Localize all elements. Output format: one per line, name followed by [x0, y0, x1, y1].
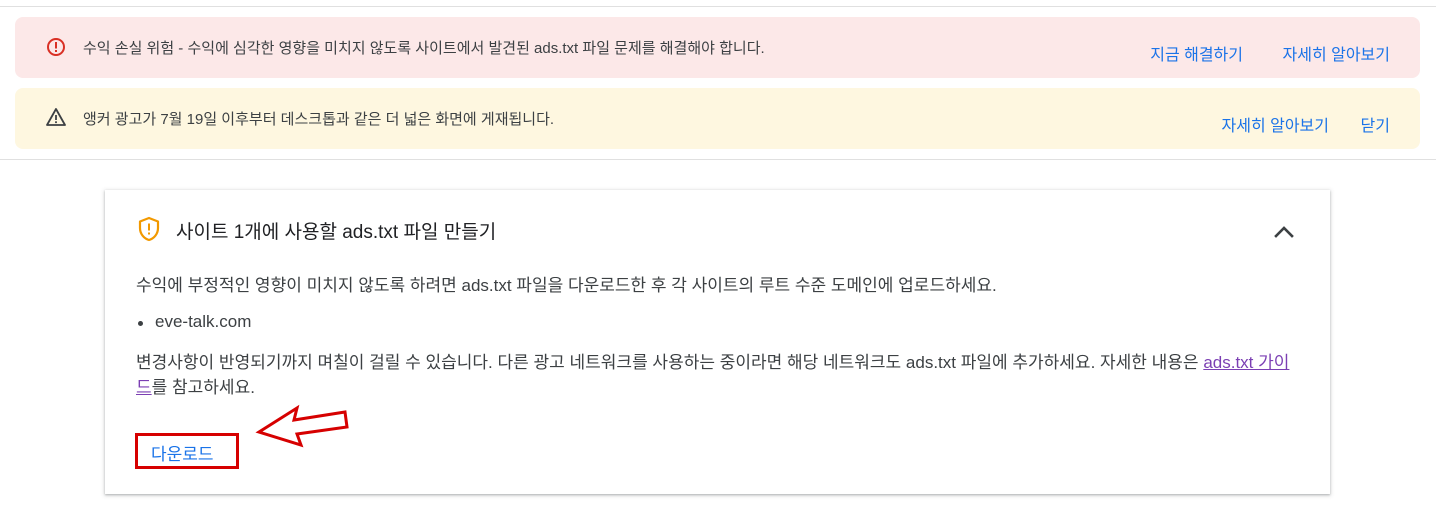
note-suffix: 를 참고하세요. [151, 378, 255, 397]
chevron-up-icon[interactable] [1272, 219, 1296, 243]
anchor-ads-notice-banner: 앵커 광고가 7월 19일 이후부터 데스크톱과 같은 더 넓은 화면에 게재됩… [15, 88, 1420, 149]
card-description: 수익에 부정적인 영향이 미치지 않도록 하려면 ads.txt 파일을 다운로… [136, 276, 997, 295]
shield-alert-icon [138, 216, 160, 242]
error-circle-icon [47, 38, 65, 56]
error-banner-text: 수익 손실 위험 - 수익에 심각한 영향을 미치지 않도록 사이트에서 발견된… [83, 40, 765, 57]
site-list-item: eve-talk.com [155, 312, 252, 331]
fix-now-link[interactable]: 지금 해결하기 [1150, 41, 1243, 65]
ads-txt-error-banner: 수익 손실 위험 - 수익에 심각한 영향을 미치지 않도록 사이트에서 발견된… [15, 17, 1420, 78]
ads-txt-card: 사이트 1개에 사용할 ads.txt 파일 만들기 수익에 부정적인 영향이 … [105, 190, 1330, 494]
note-prefix: 변경사항이 반영되기까지 며칠이 걸릴 수 있습니다. 다른 광고 네트워크를 … [136, 353, 1204, 372]
warning-banner-text: 앵커 광고가 7월 19일 이후부터 데스크톱과 같은 더 넓은 화면에 게재됩… [83, 111, 555, 128]
section-divider [0, 159, 1436, 160]
adsense-page: 수익 손실 위험 - 수익에 심각한 영향을 미치지 않도록 사이트에서 발견된… [0, 0, 1436, 522]
card-title: 사이트 1개에 사용할 ads.txt 파일 만들기 [176, 222, 497, 243]
bullet-icon [138, 321, 143, 326]
error-learn-more-link[interactable]: 자세히 알아보기 [1283, 41, 1391, 65]
warning-learn-more-link[interactable]: 자세히 알아보기 [1222, 112, 1330, 136]
card-note: 변경사항이 반영되기까지 며칠이 걸릴 수 있습니다. 다른 광고 네트워크를 … [136, 350, 1301, 400]
pointer-arrow-icon [255, 404, 349, 448]
download-button[interactable]: 다운로드 [151, 440, 214, 465]
warning-triangle-icon [46, 108, 66, 126]
top-divider [0, 6, 1436, 7]
dismiss-link[interactable]: 닫기 [1361, 112, 1390, 136]
